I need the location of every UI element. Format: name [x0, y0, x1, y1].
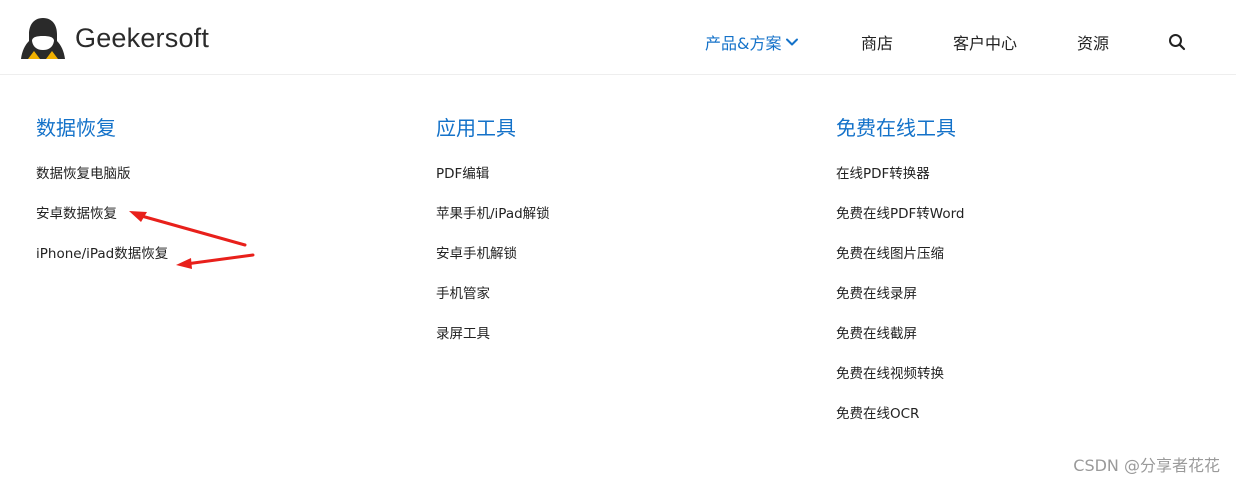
chevron-down-icon: [786, 38, 799, 46]
menu-link[interactable]: 苹果手机/iPad解锁: [436, 204, 796, 244]
menu-link-label: 在线PDF转换器: [836, 166, 930, 182]
nav-item-label: 商店: [861, 34, 894, 53]
column-title: 免费在线工具: [836, 116, 956, 140]
menu-link[interactable]: 免费在线录屏: [836, 284, 1196, 324]
nav-item-resources[interactable]: 资源: [1077, 31, 1109, 53]
menu-link-label: 苹果手机/iPad解锁: [436, 206, 550, 222]
menu-link-label: 安卓手机解锁: [436, 246, 517, 262]
menu-link[interactable]: PDF编辑: [436, 164, 796, 204]
menu-link[interactable]: 数据恢复电脑版: [36, 164, 396, 204]
nav-item-label: 产品&方案: [705, 34, 782, 53]
column-title: 数据恢复: [36, 116, 116, 140]
nav-item-products[interactable]: 产品&方案: [705, 31, 799, 53]
menu-link-label: 免费在线录屏: [836, 286, 917, 302]
site-header: Geekersoft 产品&方案 商店 客户中心 资源: [0, 0, 1236, 75]
menu-link[interactable]: 安卓数据恢复: [36, 204, 396, 244]
menu-link[interactable]: 安卓手机解锁: [436, 244, 796, 284]
menu-link-label: 数据恢复电脑版: [36, 166, 131, 182]
menu-link-label: 免费在线截屏: [836, 326, 917, 342]
menu-link[interactable]: 免费在线图片压缩: [836, 244, 1196, 284]
nav-item-customer-center[interactable]: 客户中心: [953, 31, 1017, 53]
menu-link-label: 免费在线视频转换: [836, 366, 944, 382]
menu-link[interactable]: iPhone/iPad数据恢复: [36, 244, 396, 284]
menu-link[interactable]: 免费在线OCR: [836, 404, 1196, 444]
menu-link[interactable]: 录屏工具: [436, 324, 796, 364]
menu-link-label: PDF编辑: [436, 166, 490, 182]
menu-link-label: 手机管家: [436, 286, 490, 302]
menu-column-free-online-tools: 免费在线工具 在线PDF转换器 免费在线PDF转Word 免费在线图片压缩 免费…: [836, 112, 1196, 444]
menu-link[interactable]: 免费在线PDF转Word: [836, 204, 1196, 244]
nav-item-label: 资源: [1077, 34, 1110, 53]
menu-link-label: 录屏工具: [436, 326, 490, 342]
menu-link[interactable]: 手机管家: [436, 284, 796, 324]
menu-link[interactable]: 免费在线视频转换: [836, 364, 1196, 404]
column-list: PDF编辑 苹果手机/iPad解锁 安卓手机解锁 手机管家 录屏工具: [436, 164, 796, 364]
menu-column-app-tools: 应用工具 PDF编辑 苹果手机/iPad解锁 安卓手机解锁 手机管家 录屏工具: [436, 112, 796, 364]
column-title: 应用工具: [436, 116, 516, 140]
menu-column-data-recovery: 数据恢复 数据恢复电脑版 安卓数据恢复 iPhone/iPad数据恢复: [36, 112, 396, 284]
menu-link-label: 免费在线PDF转Word: [836, 206, 965, 222]
menu-link[interactable]: 在线PDF转换器: [836, 164, 1196, 204]
column-list: 数据恢复电脑版 安卓数据恢复 iPhone/iPad数据恢复: [36, 164, 396, 284]
search-icon[interactable]: [1168, 33, 1186, 51]
nav-item-label: 客户中心: [953, 34, 1018, 53]
nav-item-store[interactable]: 商店: [861, 31, 893, 53]
main-nav: 产品&方案 商店 客户中心 资源: [0, 0, 1236, 75]
menu-link-label: 免费在线OCR: [836, 406, 920, 422]
menu-link[interactable]: 免费在线截屏: [836, 324, 1196, 364]
menu-link-label: 免费在线图片压缩: [836, 246, 944, 262]
menu-link-label: 安卓数据恢复: [36, 206, 117, 222]
column-list: 在线PDF转换器 免费在线PDF转Word 免费在线图片压缩 免费在线录屏 免费…: [836, 164, 1196, 444]
menu-link-label: iPhone/iPad数据恢复: [36, 246, 169, 262]
watermark: CSDN @分享者花花: [1073, 456, 1220, 475]
